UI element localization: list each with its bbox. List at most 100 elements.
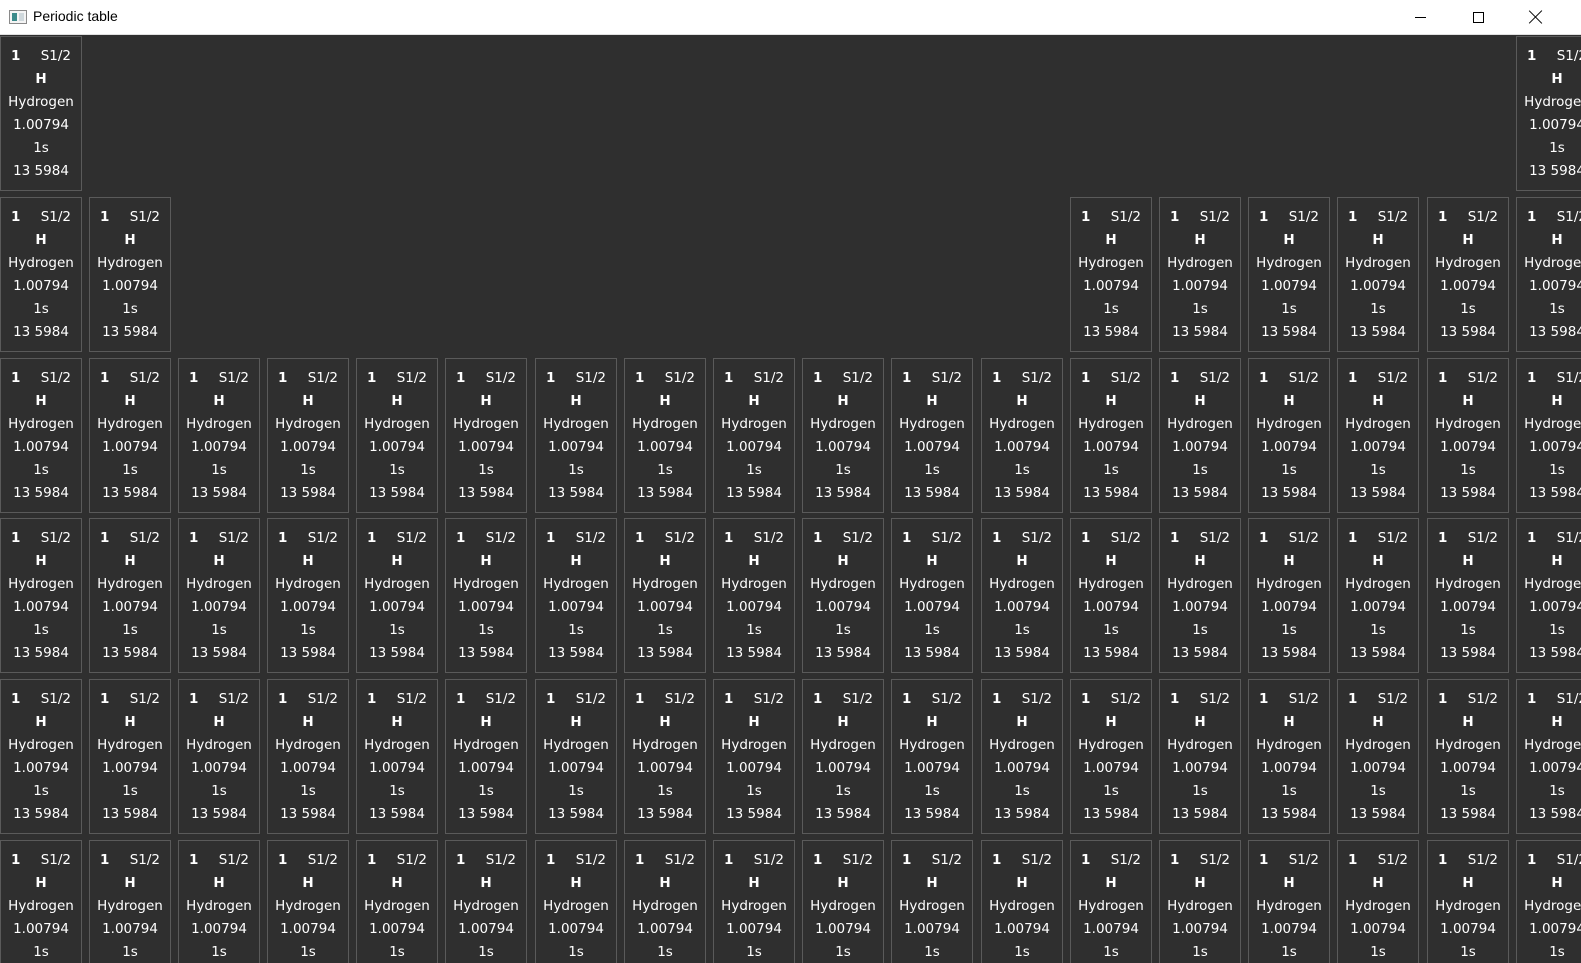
element-cell[interactable]: 1S1/2HHydrogen1.007941s13 5984 bbox=[267, 358, 349, 513]
element-cell[interactable]: 1S1/2HHydrogen1.007941s13 5984 bbox=[267, 840, 349, 963]
element-cell[interactable]: 1S1/2HHydrogen1.007941s13 5984 bbox=[1248, 840, 1330, 963]
element-cell[interactable]: 1S1/2HHydrogen1.007941s13 5984 bbox=[624, 358, 706, 513]
element-cell[interactable]: 1S1/2HHydrogen1.007941s13 5984 bbox=[713, 518, 795, 673]
element-cell[interactable]: 1S1/2HHydrogen1.007941s13 5984 bbox=[1337, 518, 1419, 673]
element-cell[interactable]: 1S1/2HHydrogen1.007941s13 5984 bbox=[1159, 679, 1241, 834]
element-cell[interactable]: 1S1/2HHydrogen1.007941s13 5984 bbox=[1516, 36, 1581, 191]
element-cell[interactable]: 1S1/2HHydrogen1.007941s13 5984 bbox=[1070, 679, 1152, 834]
element-cell[interactable]: 1S1/2HHydrogen1.007941s13 5984 bbox=[1337, 197, 1419, 352]
element-cell[interactable]: 1S1/2HHydrogen1.007941s13 5984 bbox=[981, 518, 1063, 673]
element-cell[interactable]: 1S1/2HHydrogen1.007941s13 5984 bbox=[1427, 518, 1509, 673]
element-cell[interactable]: 1S1/2HHydrogen1.007941s13 5984 bbox=[89, 518, 171, 673]
element-cell[interactable]: 1S1/2HHydrogen1.007941s13 5984 bbox=[1337, 679, 1419, 834]
term-symbol: S1/2 bbox=[218, 852, 249, 868]
element-cell[interactable]: 1S1/2HHydrogen1.007941s13 5984 bbox=[1516, 197, 1581, 352]
element-name: Hydrogen bbox=[1435, 255, 1501, 271]
atomic-number: 1 bbox=[189, 691, 199, 707]
element-cell[interactable]: 1S1/2HHydrogen1.007941s13 5984 bbox=[89, 358, 171, 513]
element-cell[interactable]: 1S1/2HHydrogen1.007941s13 5984 bbox=[1248, 679, 1330, 834]
element-cell[interactable]: 1S1/2HHydrogen1.007941s13 5984 bbox=[89, 679, 171, 834]
element-cell[interactable]: 1S1/2HHydrogen1.007941s13 5984 bbox=[624, 518, 706, 673]
atomic-number: 1 bbox=[1438, 852, 1448, 868]
element-cell[interactable]: 1S1/2HHydrogen1.007941s13 5984 bbox=[356, 518, 438, 673]
element-cell[interactable]: 1S1/2HHydrogen1.007941s13 5984 bbox=[1248, 358, 1330, 513]
element-cell[interactable]: 1S1/2HHydrogen1.007941s13 5984 bbox=[1427, 679, 1509, 834]
element-cell[interactable]: 1S1/2HHydrogen1.007941s13 5984 bbox=[802, 679, 884, 834]
element-cell[interactable]: 1S1/2HHydrogen1.007941s13 5984 bbox=[1427, 840, 1509, 963]
atomic-number: 1 bbox=[1081, 370, 1091, 386]
element-cell[interactable]: 1S1/2HHydrogen1.007941s13 5984 bbox=[1516, 518, 1581, 673]
maximize-button[interactable] bbox=[1449, 0, 1507, 34]
element-cell[interactable]: 1S1/2HHydrogen1.007941s13 5984 bbox=[445, 358, 527, 513]
element-cell[interactable]: 1S1/2HHydrogen1.007941s13 5984 bbox=[356, 679, 438, 834]
element-cell[interactable]: 1S1/2HHydrogen1.007941s13 5984 bbox=[981, 840, 1063, 963]
term-symbol: S1/2 bbox=[575, 691, 606, 707]
close-button[interactable] bbox=[1507, 0, 1565, 34]
element-cell[interactable]: 1S1/2HHydrogen1.007941s13 5984 bbox=[1070, 518, 1152, 673]
element-cell[interactable]: 1S1/2HHydrogen1.007941s13 5984 bbox=[1248, 518, 1330, 673]
element-cell[interactable]: 1S1/2HHydrogen1.007941s13 5984 bbox=[267, 679, 349, 834]
element-symbol: H bbox=[302, 393, 314, 409]
element-cell[interactable]: 1S1/2HHydrogen1.007941s13 5984 bbox=[1337, 358, 1419, 513]
element-cell[interactable]: 1S1/2HHydrogen1.007941s13 5984 bbox=[713, 840, 795, 963]
element-cell[interactable]: 1S1/2HHydrogen1.007941s13 5984 bbox=[891, 679, 973, 834]
element-cell[interactable]: 1S1/2HHydrogen1.007941s13 5984 bbox=[535, 358, 617, 513]
element-cell[interactable]: 1S1/2HHydrogen1.007941s13 5984 bbox=[0, 36, 82, 191]
element-cell[interactable]: 1S1/2HHydrogen1.007941s13 5984 bbox=[891, 358, 973, 513]
element-symbol: H bbox=[926, 875, 938, 891]
element-cell[interactable]: 1S1/2HHydrogen1.007941s13 5984 bbox=[0, 518, 82, 673]
element-name: Hydrogen bbox=[632, 737, 698, 753]
element-cell[interactable]: 1S1/2HHydrogen1.007941s13 5984 bbox=[981, 679, 1063, 834]
element-cell[interactable]: 1S1/2HHydrogen1.007941s13 5984 bbox=[178, 840, 260, 963]
cell-header: 1 S1/2 bbox=[1348, 691, 1408, 709]
element-cell[interactable]: 1S1/2HHydrogen1.007941s13 5984 bbox=[0, 679, 82, 834]
element-cell[interactable]: 1S1/2HHydrogen1.007941s13 5984 bbox=[356, 358, 438, 513]
element-cell[interactable]: 1S1/2HHydrogen1.007941s13 5984 bbox=[0, 358, 82, 513]
element-cell[interactable]: 1S1/2HHydrogen1.007941s13 5984 bbox=[0, 840, 82, 963]
element-cell[interactable]: 1S1/2HHydrogen1.007941s13 5984 bbox=[535, 518, 617, 673]
element-cell[interactable]: 1S1/2HHydrogen1.007941s13 5984 bbox=[356, 840, 438, 963]
element-cell[interactable]: 1S1/2HHydrogen1.007941s13 5984 bbox=[535, 679, 617, 834]
element-cell[interactable]: 1S1/2HHydrogen1.007941s13 5984 bbox=[535, 840, 617, 963]
element-cell[interactable]: 1S1/2HHydrogen1.007941s13 5984 bbox=[713, 679, 795, 834]
element-cell[interactable]: 1S1/2HHydrogen1.007941s13 5984 bbox=[1516, 679, 1581, 834]
element-cell[interactable]: 1S1/2HHydrogen1.007941s13 5984 bbox=[1159, 358, 1241, 513]
element-cell[interactable]: 1S1/2HHydrogen1.007941s13 5984 bbox=[802, 840, 884, 963]
element-cell[interactable]: 1S1/2HHydrogen1.007941s13 5984 bbox=[178, 679, 260, 834]
atomic-mass: 1.00794 bbox=[13, 439, 69, 455]
element-cell[interactable]: 1S1/2HHydrogen1.007941s13 5984 bbox=[1427, 197, 1509, 352]
element-cell[interactable]: 1S1/2HHydrogen1.007941s13 5984 bbox=[0, 197, 82, 352]
element-cell[interactable]: 1S1/2HHydrogen1.007941s13 5984 bbox=[267, 518, 349, 673]
element-cell[interactable]: 1S1/2HHydrogen1.007941s13 5984 bbox=[1337, 840, 1419, 963]
element-cell[interactable]: 1S1/2HHydrogen1.007941s13 5984 bbox=[802, 518, 884, 673]
element-cell[interactable]: 1S1/2HHydrogen1.007941s13 5984 bbox=[1516, 840, 1581, 963]
electron-configuration: 1s bbox=[835, 783, 851, 799]
atomic-mass: 1.00794 bbox=[1350, 439, 1406, 455]
element-cell[interactable]: 1S1/2HHydrogen1.007941s13 5984 bbox=[713, 358, 795, 513]
element-cell[interactable]: 1S1/2HHydrogen1.007941s13 5984 bbox=[445, 840, 527, 963]
element-cell[interactable]: 1S1/2HHydrogen1.007941s13 5984 bbox=[1070, 358, 1152, 513]
element-cell[interactable]: 1S1/2HHydrogen1.007941s13 5984 bbox=[1070, 840, 1152, 963]
element-cell[interactable]: 1S1/2HHydrogen1.007941s13 5984 bbox=[178, 518, 260, 673]
element-cell[interactable]: 1S1/2HHydrogen1.007941s13 5984 bbox=[445, 679, 527, 834]
element-cell[interactable]: 1S1/2HHydrogen1.007941s13 5984 bbox=[1248, 197, 1330, 352]
element-cell[interactable]: 1S1/2HHydrogen1.007941s13 5984 bbox=[624, 840, 706, 963]
element-cell[interactable]: 1S1/2HHydrogen1.007941s13 5984 bbox=[624, 679, 706, 834]
element-cell[interactable]: 1S1/2HHydrogen1.007941s13 5984 bbox=[891, 840, 973, 963]
element-name: Hydrogen bbox=[1078, 737, 1144, 753]
element-cell[interactable]: 1S1/2HHydrogen1.007941s13 5984 bbox=[802, 358, 884, 513]
minimize-button[interactable] bbox=[1391, 0, 1449, 34]
element-cell[interactable]: 1S1/2HHydrogen1.007941s13 5984 bbox=[89, 197, 171, 352]
element-cell[interactable]: 1S1/2HHydrogen1.007941s13 5984 bbox=[1516, 358, 1581, 513]
electron-configuration: 1s bbox=[1103, 301, 1119, 317]
element-cell[interactable]: 1S1/2HHydrogen1.007941s13 5984 bbox=[89, 840, 171, 963]
element-cell[interactable]: 1S1/2HHydrogen1.007941s13 5984 bbox=[891, 518, 973, 673]
element-cell[interactable]: 1S1/2HHydrogen1.007941s13 5984 bbox=[1427, 358, 1509, 513]
element-cell[interactable]: 1S1/2HHydrogen1.007941s13 5984 bbox=[981, 358, 1063, 513]
element-cell[interactable]: 1S1/2HHydrogen1.007941s13 5984 bbox=[178, 358, 260, 513]
element-cell[interactable]: 1S1/2HHydrogen1.007941s13 5984 bbox=[1070, 197, 1152, 352]
element-cell[interactable]: 1S1/2HHydrogen1.007941s13 5984 bbox=[1159, 197, 1241, 352]
element-cell[interactable]: 1S1/2HHydrogen1.007941s13 5984 bbox=[445, 518, 527, 673]
element-cell[interactable]: 1S1/2HHydrogen1.007941s13 5984 bbox=[1159, 518, 1241, 673]
element-cell[interactable]: 1S1/2HHydrogen1.007941s13 5984 bbox=[1159, 840, 1241, 963]
